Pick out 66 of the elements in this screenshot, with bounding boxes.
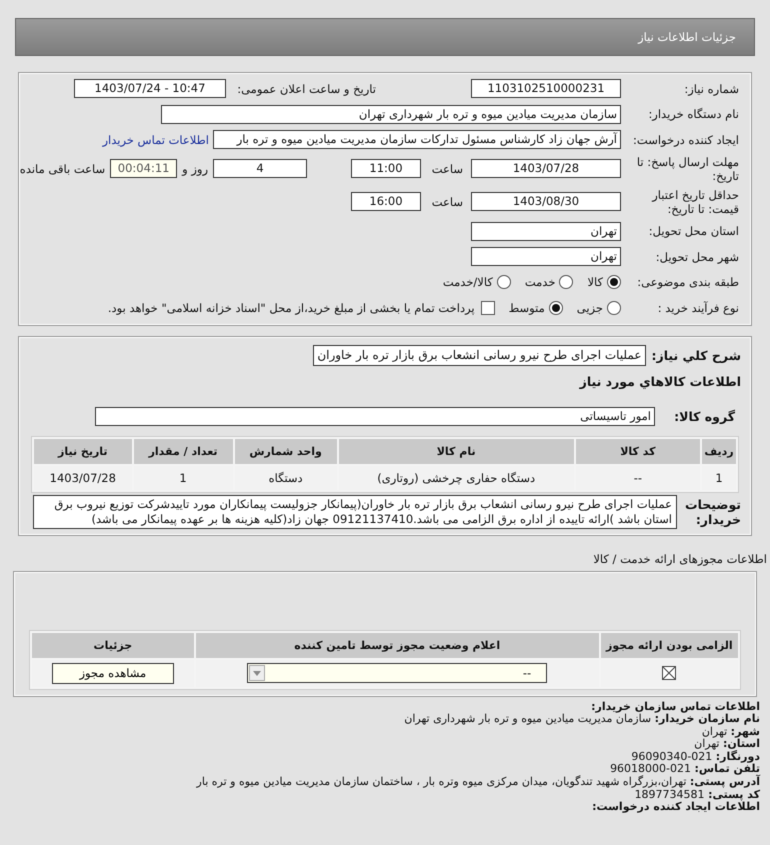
radio-button[interactable] [496, 275, 511, 290]
field-label: ساعت [430, 162, 463, 176]
text-field[interactable]: 1103102510000231 [471, 79, 621, 98]
field-label: ساعت باقی مانده [20, 162, 106, 176]
text-field[interactable]: سازمان مدیریت میادین میوه و تره بار شهرداری تهران [161, 104, 621, 124]
column-header: تعداد / مقدار [134, 438, 233, 464]
field-label: حداقل تاریخ اعتبار قیمت: تا تاریخ: [650, 188, 739, 216]
checkbox-label: پرداخت تمام یا بخشی از مبلغ خرید،از محل "اسناد خزانه اسلامی" خواهد بود. [108, 300, 475, 315]
field-label: توضیحات خریدار: [684, 496, 741, 526]
contact-line: آدرس پستی: تهران،بزرگراه شهید تندگویان، میدان مرکزی میوه وتره بار ، ساختمان سازمان مدیریت میادین میوه و تره بار [195, 776, 760, 789]
option-label: کالا [587, 275, 603, 290]
option-label: خدمت [524, 275, 556, 290]
status-dropdown[interactable]: -- [247, 663, 548, 683]
field-label: طبقه بندی موضوعی: [636, 275, 739, 290]
column-header: الزامی بودن ارائه مجوز [600, 632, 738, 658]
column-header: نام کالا [338, 438, 574, 464]
contact-line: شهر: تهران [702, 726, 760, 738]
text-field[interactable]: آرش جهان زاد کارشناس مسئول تدارکات سازمان مدیریت میادین میوه و تره بار [213, 130, 621, 150]
text-field[interactable]: 4 [213, 159, 307, 178]
column-header: کد کالا [576, 438, 700, 464]
option-label: متوسط [508, 300, 545, 315]
field-label: شماره نیاز: [683, 82, 739, 96]
section-title: اطلاعات کالاهاي مورد نياز [578, 374, 741, 388]
buyer-notes: عملیات اجرای طرح نیرو رسانی انشعاب برق بازار تره بار خاوران(پیمانکار جزولیست پیمانکاران مورد تاییدشرکت توزیع نیروب برق استان باشد )ارائه تاییده از اداره برق الزامی می باشد.09121137410 جهان زاد(کلیه هزینه ها بر عهده پیمانکار می باشد) [33, 494, 677, 528]
text-field[interactable]: 1403/07/24 - 10:47 [74, 79, 226, 98]
field-label: گروه کالا: [673, 408, 736, 424]
text-field[interactable]: تهران [471, 222, 621, 241]
column-header: جزئیات [32, 632, 194, 658]
buyer-contact-link[interactable]: اطلاعات تماس خریدار [102, 132, 209, 147]
field-label: ساعت [430, 194, 463, 208]
field-label: نوع فرآیند خرید : [656, 300, 739, 315]
column-header: تاریخ نیاز [34, 438, 132, 464]
countdown-field[interactable]: 00:04:11 [110, 159, 178, 178]
page-title: جزئیات اطلاعات نیاز [638, 30, 736, 44]
caret-icon [253, 670, 262, 676]
section-title: اطلاعات مجوزهای ارائه خدمت / کالا [592, 552, 768, 566]
field-label: شهر محل تحویل: [654, 250, 739, 264]
column-header: اعلام وضعیت مجوز توسط تامین کننده [196, 632, 599, 658]
radio-button[interactable] [559, 275, 574, 290]
text-field[interactable]: 1403/07/28 [471, 159, 621, 178]
field-label: روز و [182, 162, 208, 176]
text-field[interactable]: 11:00 [351, 159, 421, 178]
option-label: کالا/خدمت [442, 275, 493, 290]
option-label: جزیی [576, 300, 603, 315]
field-label: مهلت ارسال پاسخ: تا تاریخ: [636, 154, 739, 182]
contact-line: استان: تهران [693, 738, 760, 750]
radio-button[interactable] [607, 300, 621, 315]
field-label: شرح کلي نياز: [652, 348, 741, 362]
field-label: نام دستگاه خریدار: [647, 107, 739, 122]
column-header: واحد شمارش [234, 438, 337, 464]
text-field[interactable]: تهران [471, 247, 621, 266]
contact-line: نام سازمان خریدار: سازمان مدیریت میادین میوه و تره بار شهرداری تهران [403, 713, 760, 726]
column-header: ردیف [702, 438, 736, 464]
text-field[interactable]: 16:00 [351, 192, 421, 211]
goods-group-field[interactable]: امور تاسیساتی [95, 406, 655, 426]
radio-button[interactable] [607, 275, 621, 290]
field-label: تاریخ و ساعت اعلان عمومی: [236, 82, 376, 96]
view-permit-button[interactable]: مشاهده مجوز [52, 662, 174, 684]
field-label: ایجاد کننده درخواست: [632, 132, 739, 147]
text-field[interactable]: 1403/08/30 [471, 192, 621, 211]
checkbox[interactable] [480, 300, 495, 315]
contact-title: اطلاعات تماس سازمان خریدار: [590, 700, 760, 713]
field-label: استان محل تحویل: [648, 224, 739, 238]
section-title: اطلاعات ایجاد کننده درخواست: [591, 801, 760, 814]
radio-button[interactable] [548, 300, 563, 315]
description-field[interactable]: عملیات اجرای طرح نیرو رسانی انشعاب برق بازار تره بار خاوران [313, 344, 646, 366]
